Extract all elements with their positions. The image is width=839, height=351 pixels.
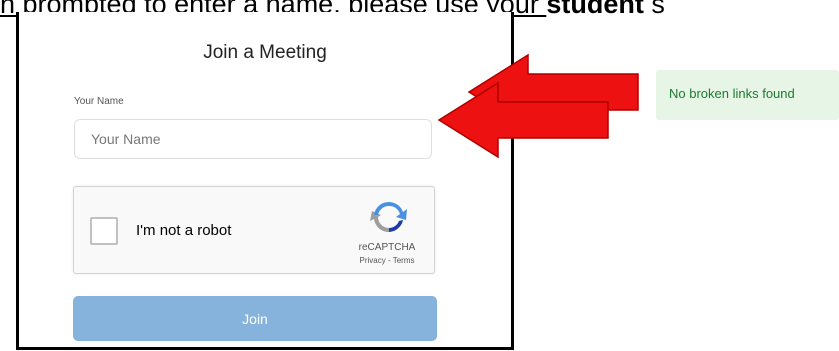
captcha-label: I'm not a robot — [136, 222, 232, 239]
status-badge: No broken links found — [656, 70, 839, 120]
name-field-label: Your Name — [74, 96, 124, 107]
recaptcha-privacy-terms-link[interactable]: Privacy - Terms — [346, 256, 428, 265]
recaptcha-brand: reCAPTCHA — [358, 242, 416, 253]
caption-suffix: s — [643, 0, 665, 19]
status-text: No broken links found — [669, 86, 795, 101]
captcha-checkbox[interactable] — [90, 217, 118, 245]
join-meeting-dialog: Join a Meeting Your Name I'm not a robot… — [16, 12, 514, 350]
name-input[interactable] — [74, 119, 432, 159]
dialog-title: Join a Meeting — [203, 42, 327, 63]
red-arrow-icon — [437, 81, 609, 159]
recaptcha-widget: I'm not a robot reCAPTCHA Privacy - Term… — [73, 186, 435, 274]
join-button[interactable]: Join — [73, 296, 437, 341]
recaptcha-logo-icon — [370, 201, 407, 233]
caption-bold: student — [546, 0, 644, 19]
